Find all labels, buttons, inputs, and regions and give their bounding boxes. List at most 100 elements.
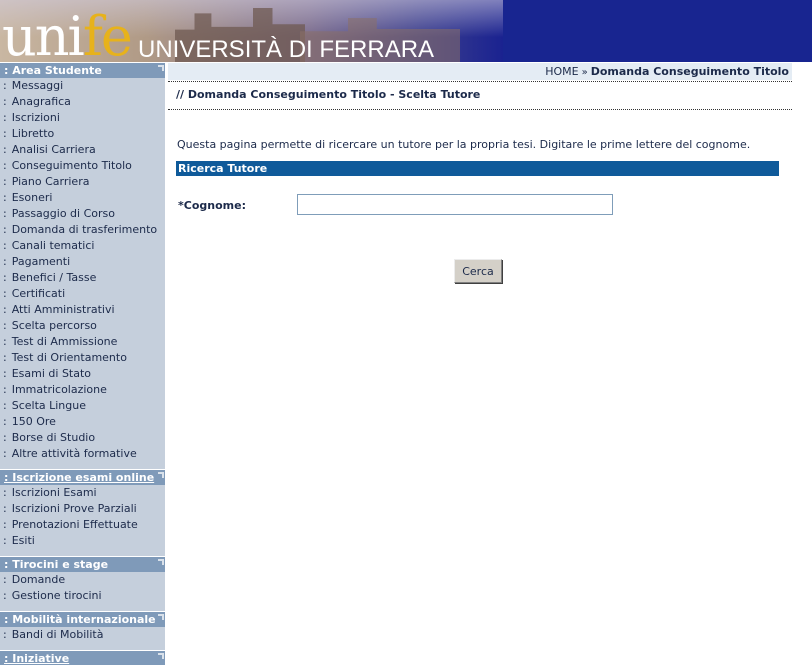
- sidebar-section-title: : Iscrizione esami online: [4, 471, 155, 484]
- breadcrumb: HOME» Domanda Conseguimento Titolo: [545, 65, 789, 78]
- bullet-icon: :: [3, 127, 7, 140]
- sidebar-item[interactable]: :150 Ore: [0, 414, 165, 430]
- sidebar-item[interactable]: : Esami di Stato: [0, 366, 165, 382]
- page-title: // Domanda Conseguimento Titolo - Scelta…: [176, 88, 481, 101]
- sidebar-item[interactable]: : Prenotazioni Effettuate: [0, 517, 165, 533]
- bullet-icon: :: [3, 628, 7, 641]
- header-banner: unife UNIVERSITÀ DI FERRARA: [0, 0, 812, 62]
- sidebar-item-label: Canali tematici: [11, 239, 95, 252]
- sidebar-item[interactable]: : Libretto: [0, 126, 165, 142]
- sidebar-item[interactable]: : Immatricolazione: [0, 382, 165, 398]
- sidebar-item-label: Analisi Carriera: [11, 143, 96, 156]
- sidebar-item-label: Messaggi: [11, 79, 64, 92]
- collapse-icon[interactable]: [158, 653, 164, 659]
- section-title: Ricerca Tutore: [176, 161, 779, 176]
- sidebar-item[interactable]: : Pagamenti: [0, 254, 165, 270]
- sidebar-item-label: Conseguimento Titolo: [11, 159, 132, 172]
- sidebar-item[interactable]: : Esoneri: [0, 190, 165, 206]
- sidebar-item[interactable]: : Domande: [0, 572, 165, 588]
- bullet-icon: :: [3, 111, 7, 124]
- sidebar-item[interactable]: : Altre attività formative: [0, 446, 165, 462]
- sidebar-item-label: Iscrizioni Esami: [11, 486, 97, 499]
- intro-text: Questa pagina permette di ricercare un t…: [177, 138, 751, 151]
- bullet-icon: :: [3, 502, 7, 515]
- sidebar-section-title: : Iniziative: [4, 652, 70, 665]
- banner-right-panel: [503, 0, 812, 62]
- bullet-icon: :: [3, 239, 7, 252]
- sidebar-item[interactable]: : Canali tematici: [0, 238, 165, 254]
- bullet-icon: :: [3, 534, 7, 547]
- divider: [168, 81, 792, 82]
- bullet-icon: :: [3, 191, 7, 204]
- sidebar-item[interactable]: : Domanda di trasferimento: [0, 222, 165, 238]
- sidebar-item[interactable]: : Borse di Studio: [0, 430, 165, 446]
- breadcrumb-home-link[interactable]: HOME: [545, 65, 578, 78]
- sidebar-item-label: Test di Ammissione: [11, 335, 118, 348]
- sidebar-item-label: Scelta percorso: [11, 319, 97, 332]
- sidebar-item-label: Iscrizioni: [11, 111, 60, 124]
- bullet-icon: :: [3, 287, 7, 300]
- sidebar-item[interactable]: : Benefici / Tasse: [0, 270, 165, 286]
- bullet-icon: :: [3, 589, 7, 602]
- bullet-icon: :: [3, 207, 7, 220]
- collapse-icon[interactable]: [158, 614, 164, 620]
- bullet-icon: :: [3, 447, 7, 460]
- sidebar-section-title: : Mobilità internazionale: [4, 613, 156, 626]
- sidebar-item[interactable]: : Scelta percorso: [0, 318, 165, 334]
- sidebar-item[interactable]: : Passaggio di Corso: [0, 206, 165, 222]
- sidebar-section-header[interactable]: : Iniziative: [0, 650, 165, 665]
- sidebar-item-label: Domanda di trasferimento: [11, 223, 158, 236]
- sidebar-item[interactable]: : Conseguimento Titolo: [0, 158, 165, 174]
- bullet-icon: :: [3, 367, 7, 380]
- bullet-icon: :: [3, 303, 7, 316]
- sidebar-item-label: Scelta Lingue: [11, 399, 87, 412]
- sidebar-item-label: Piano Carriera: [11, 175, 90, 188]
- sidebar-item-label: Esoneri: [11, 191, 53, 204]
- sidebar-item-label: 150 Ore: [11, 415, 56, 428]
- cognome-label: *Cognome:: [178, 199, 246, 212]
- bullet-icon: :: [3, 573, 7, 586]
- sidebar-item[interactable]: : Piano Carriera: [0, 174, 165, 190]
- bullet-icon: :: [3, 223, 7, 236]
- sidebar-section-title: : Tirocini e stage: [4, 558, 109, 571]
- sidebar-section-header[interactable]: : Iscrizione esami online: [0, 469, 165, 485]
- sidebar-item[interactable]: : Test di Orientamento: [0, 350, 165, 366]
- sidebar-item-label: Gestione tirocini: [11, 589, 102, 602]
- sidebar-item-label: Altre attività formative: [11, 447, 137, 460]
- collapse-icon[interactable]: [158, 472, 164, 478]
- sidebar-item[interactable]: : Esiti: [0, 533, 165, 549]
- sidebar-item[interactable]: : Atti Amministrativi: [0, 302, 165, 318]
- cognome-input[interactable]: [297, 194, 613, 215]
- sidebar-item-label: Benefici / Tasse: [11, 271, 97, 284]
- bullet-icon: :: [3, 143, 7, 156]
- sidebar-item-label: Esami di Stato: [11, 367, 92, 380]
- sidebar-item-label: Passaggio di Corso: [11, 207, 115, 220]
- sidebar-item[interactable]: : Iscrizioni Prove Parziali: [0, 501, 165, 517]
- collapse-icon[interactable]: [158, 559, 164, 565]
- unife-logo[interactable]: unife: [2, 10, 133, 63]
- sidebar-item[interactable]: : Anagrafica: [0, 94, 165, 110]
- sidebar: : Area Studente: Messaggi: Anagrafica: Iscr…: [0, 62, 165, 665]
- sidebar-item-label: Immatricolazione: [11, 383, 107, 396]
- sidebar-item[interactable]: : Messaggi: [0, 78, 165, 94]
- sidebar-item[interactable]: : Certificati: [0, 286, 165, 302]
- breadcrumb-separator: »: [581, 67, 588, 78]
- sidebar-item[interactable]: : Scelta Lingue: [0, 398, 165, 414]
- collapse-icon[interactable]: [158, 65, 164, 71]
- breadcrumb-current: Domanda Conseguimento Titolo: [590, 65, 789, 78]
- sidebar-item[interactable]: : Bandi di Mobilità: [0, 627, 165, 643]
- bullet-icon: :: [3, 255, 7, 268]
- sidebar-item-label: Iscrizioni Prove Parziali: [11, 502, 137, 515]
- sidebar-item[interactable]: : Test di Ammissione: [0, 334, 165, 350]
- sidebar-item-label: Esiti: [11, 534, 35, 547]
- sidebar-item[interactable]: : Iscrizioni Esami: [0, 485, 165, 501]
- sidebar-item-label: Borse di Studio: [11, 431, 96, 444]
- bullet-icon: :: [3, 175, 7, 188]
- search-button[interactable]: Cerca: [454, 259, 502, 283]
- bullet-icon: :: [3, 319, 7, 332]
- sidebar-item[interactable]: : Iscrizioni: [0, 110, 165, 126]
- sidebar-item[interactable]: : Gestione tirocini: [0, 588, 165, 604]
- sidebar-item[interactable]: : Analisi Carriera: [0, 142, 165, 158]
